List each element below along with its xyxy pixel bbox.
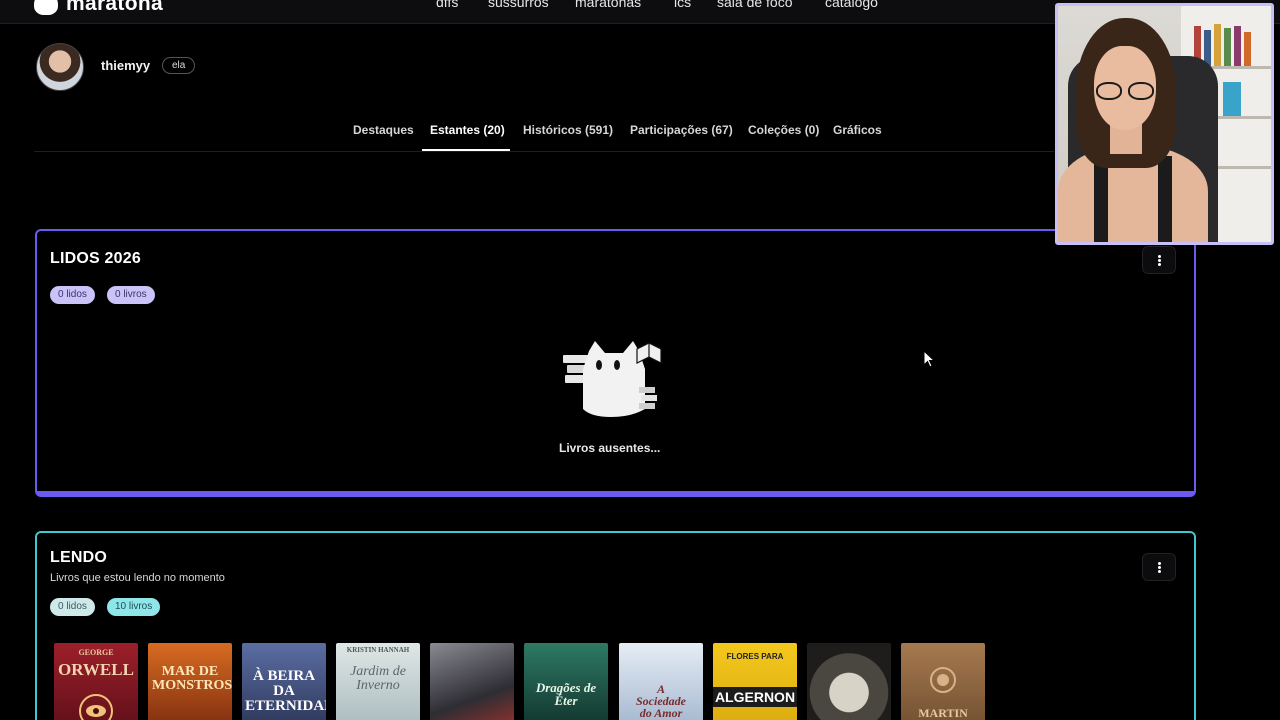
book-cover[interactable]: KRISTIN HANNAH Jardim de Inverno <box>336 643 420 720</box>
tab-historicos[interactable]: Históricos (591) <box>523 123 613 137</box>
shelf-title: LIDOS 2026 <box>50 250 141 267</box>
avatar[interactable] <box>36 43 84 91</box>
nav-item-dffs[interactable]: dffs <box>436 0 458 10</box>
tab-estantes[interactable]: Estantes (20) <box>430 123 505 137</box>
shelf-card-lendo[interactable]: LENDO Livros que estou lendo no momento … <box>35 531 1196 720</box>
book-cover[interactable] <box>430 643 514 720</box>
webcam-overlay <box>1055 3 1274 245</box>
book-cover[interactable]: À BEIRA DA ETERNIDADE <box>242 643 326 720</box>
nav-item-sussurros[interactable]: sussurros <box>488 0 549 10</box>
nav-item-catalogo[interactable]: catálogo <box>825 0 878 10</box>
read-count-badge: 0 lidos <box>50 598 95 616</box>
more-vertical-icon <box>1157 258 1161 262</box>
eye-emblem-icon <box>79 694 113 720</box>
nav-item-ics[interactable]: ics <box>674 0 691 10</box>
read-count-badge: 0 lidos <box>50 286 95 304</box>
cat-logo-icon <box>34 0 58 15</box>
tabs-divider <box>34 151 1054 152</box>
shelf-menu-button[interactable] <box>1142 246 1176 274</box>
book-cover[interactable]: MAR DE MONSTROS <box>148 643 232 720</box>
glasses <box>1094 82 1156 100</box>
tab-graficos[interactable]: Gráficos <box>833 123 882 137</box>
nav-item-sala-de-foco[interactable]: sala de foco <box>717 0 793 10</box>
book-count-badge: 10 livros <box>107 598 161 616</box>
book-cover[interactable]: FLORES PARA ALGERNON <box>713 643 797 720</box>
tab-colecoes[interactable]: Coleções (0) <box>748 123 819 137</box>
nav-item-maratonas[interactable]: maratonas <box>575 0 641 10</box>
tab-participacoes[interactable]: Participações (67) <box>630 123 733 137</box>
empty-shelf-cat-icon <box>563 341 662 417</box>
book-cover[interactable]: A Sociedade do Amor <box>619 643 703 720</box>
book-cover[interactable]: MARTIN <box>901 643 985 720</box>
username[interactable]: thiemyy <box>101 58 150 73</box>
shelf-menu-button[interactable] <box>1142 553 1176 581</box>
pronoun-badge: ela <box>162 57 196 74</box>
shelf-card-lidos-2026[interactable]: LIDOS 2026 0 lidos 0 livros Livros ausen… <box>35 229 1196 497</box>
shelf-description: Livros que estou lendo no momento <box>50 572 225 584</box>
book-cover[interactable]: GEORGE ORWELL <box>54 643 138 720</box>
shelf-title: LENDO <box>50 549 107 566</box>
empty-shelf-message: Livros ausentes... <box>559 441 661 455</box>
tab-destaques[interactable]: Destaques <box>353 123 414 137</box>
book-count-badge: 0 livros <box>107 286 155 304</box>
lion-emblem-icon <box>930 667 956 693</box>
book-cover[interactable]: Dragões de Éter <box>524 643 608 720</box>
more-vertical-icon <box>1157 565 1161 569</box>
mouse-cursor-icon <box>923 350 935 368</box>
brand-name: maratona <box>66 0 163 15</box>
brand-logo[interactable]: maratona <box>34 0 163 16</box>
book-cover[interactable] <box>807 643 891 720</box>
